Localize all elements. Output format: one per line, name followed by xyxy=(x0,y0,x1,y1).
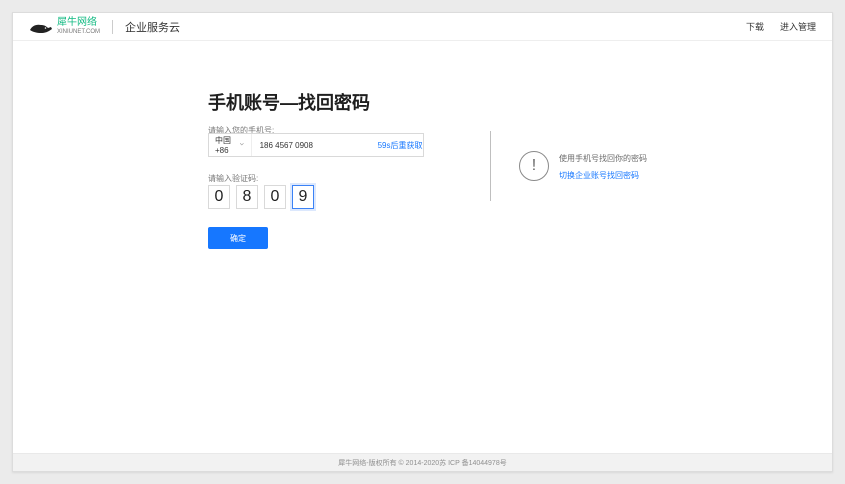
main-content: 手机账号—找回密码 请输入您的手机号: 中国 +86 59s后重获取 请输入验证… xyxy=(13,41,832,453)
logo: 犀牛网络 XINIUNET.COM xyxy=(29,18,100,35)
brand-english: XINIUNET.COM xyxy=(57,29,101,35)
brand-separator xyxy=(112,19,114,34)
site-header: 犀牛网络 XINIUNET.COM 企业服务云 下载 进入管理 xyxy=(13,13,832,41)
code-digit-2[interactable]: 8 xyxy=(236,185,258,209)
exclamation-circle-icon: ! xyxy=(519,151,549,181)
code-digit-3[interactable]: 0 xyxy=(264,185,286,209)
nav-manage[interactable]: 进入管理 xyxy=(780,20,816,33)
brand: 犀牛网络 XINIUNET.COM 企业服务云 xyxy=(29,18,180,35)
country-code-select[interactable]: 中国 +86 xyxy=(209,134,252,156)
phone-number-input[interactable] xyxy=(251,134,378,156)
resend-code-button[interactable]: 59s后重获取 xyxy=(378,140,431,151)
switch-enterprise-link[interactable]: 切换企业账号找回密码 xyxy=(559,170,647,181)
alternative-recovery: ! 使用手机号找回你的密码 切换企业账号找回密码 xyxy=(519,151,647,181)
brand-subtitle: 企业服务云 xyxy=(125,21,181,34)
alt-description: 使用手机号找回你的密码 xyxy=(559,154,647,163)
browser-window: 犀牛网络 XINIUNET.COM 企业服务云 下载 进入管理 手机账号—找回密… xyxy=(12,12,833,472)
brand-chinese: 犀牛网络 xyxy=(57,17,97,28)
chevron-down-icon xyxy=(239,140,245,150)
country-code-text: 中国 +86 xyxy=(215,136,231,155)
site-footer: 犀牛网络-版权所有 © 2014-2020苏 ICP 备14044978号 xyxy=(13,453,832,471)
verification-code-inputs: 0 8 0 9 xyxy=(208,185,314,209)
code-label: 请输入验证码: xyxy=(208,174,259,183)
nav-download[interactable]: 下载 xyxy=(746,20,764,33)
page-title: 手机账号—找回密码 xyxy=(208,93,370,113)
phone-input-row: 中国 +86 59s后重获取 xyxy=(208,133,424,157)
confirm-button[interactable]: 确定 xyxy=(208,227,268,249)
code-digit-4[interactable]: 9 xyxy=(292,185,314,209)
vertical-divider xyxy=(490,131,491,201)
top-nav: 下载 进入管理 xyxy=(746,20,816,33)
rhino-logo-icon xyxy=(29,20,53,34)
code-digit-1[interactable]: 0 xyxy=(208,185,230,209)
